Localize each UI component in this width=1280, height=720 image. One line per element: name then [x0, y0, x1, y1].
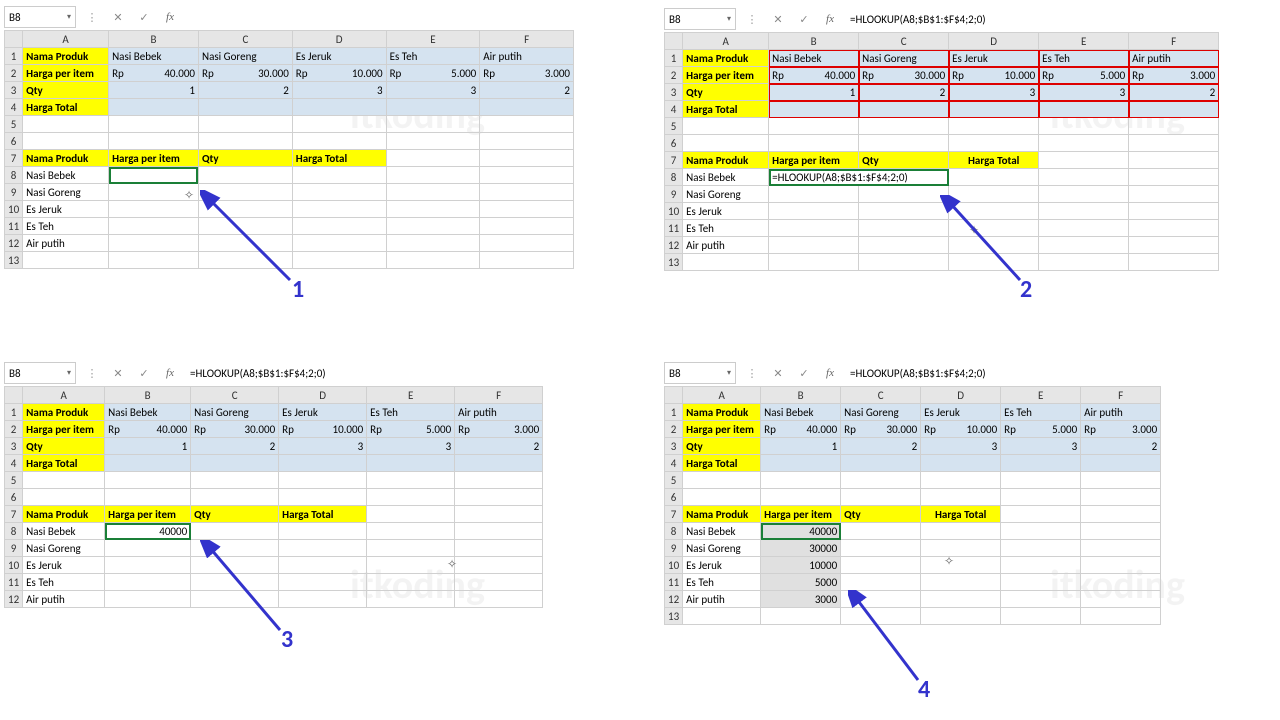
select-all-corner[interactable]: [5, 31, 23, 48]
row-header[interactable]: 3: [5, 82, 23, 99]
col-header[interactable]: C: [198, 31, 292, 48]
row-header[interactable]: 7: [5, 150, 23, 167]
name-box[interactable]: B8: [4, 362, 76, 384]
cell[interactable]: 2: [198, 82, 292, 99]
cell[interactable]: Es Jeruk: [23, 201, 109, 218]
fx-icon[interactable]: fx: [160, 367, 180, 379]
active-cell[interactable]: 40000: [105, 523, 191, 540]
cell[interactable]: Harga Total: [292, 150, 386, 167]
row-header[interactable]: 2: [5, 65, 23, 82]
step-number-1: 1: [292, 275, 304, 304]
spreadsheet[interactable]: ABCDEF 1 Nama Produk Nasi BebekNasi Gore…: [664, 32, 1219, 271]
cell[interactable]: Rp30.000: [198, 65, 292, 82]
cell[interactable]: Rp3.000: [480, 65, 574, 82]
cursor-icon: ✧: [944, 554, 954, 569]
cancel-icon[interactable]: ✕: [108, 11, 128, 24]
cancel-icon[interactable]: ✕: [108, 367, 128, 380]
fx-icon[interactable]: fx: [820, 367, 840, 379]
row-header[interactable]: 8: [5, 167, 23, 184]
cell[interactable]: Nasi Bebek: [23, 167, 109, 184]
cancel-icon[interactable]: ✕: [768, 367, 788, 380]
spreadsheet[interactable]: ABCDEF 1Nama ProdukNasi BebekNasi Goreng…: [664, 386, 1161, 625]
cell[interactable]: Qty: [23, 82, 109, 99]
cell[interactable]: Nasi Bebek: [109, 48, 199, 65]
col-header[interactable]: A: [23, 31, 109, 48]
step-number-2: 2: [1020, 275, 1032, 304]
cell[interactable]: Es Teh: [23, 218, 109, 235]
cell[interactable]: Rp40.000: [109, 65, 199, 82]
cell[interactable]: Nasi Goreng: [198, 48, 292, 65]
separator-icon: ⋮: [742, 13, 762, 26]
cell[interactable]: Harga Total: [23, 99, 109, 116]
panel-2: B8 ⋮ ✕ ✓ fx =HLOOKUP(A8;$B$1:$F$4;2;0) A…: [664, 8, 1264, 271]
fx-icon[interactable]: fx: [820, 13, 840, 25]
row-header[interactable]: 10: [5, 201, 23, 218]
panel-3: B8 ⋮ ✕ ✓ fx =HLOOKUP(A8;$B$1:$F$4;2;0) A…: [4, 362, 559, 608]
col-header[interactable]: B: [109, 31, 199, 48]
col-header[interactable]: D: [292, 31, 386, 48]
row-header[interactable]: 13: [5, 252, 23, 269]
spreadsheet[interactable]: A B C D E F 1 Nama Produk Nasi Bebek Nas…: [4, 30, 574, 269]
formula-input[interactable]: =HLOOKUP(A8;$B$1:$F$4;2;0): [846, 367, 1219, 380]
cell[interactable]: Qty: [198, 150, 292, 167]
row-header[interactable]: 12: [5, 235, 23, 252]
separator-icon: ⋮: [82, 11, 102, 24]
panel-4: B8 ⋮ ✕ ✓ fx =HLOOKUP(A8;$B$1:$F$4;2;0) A…: [664, 362, 1219, 625]
cell[interactable]: 3: [292, 82, 386, 99]
cell[interactable]: Air putih: [480, 48, 574, 65]
accept-icon[interactable]: ✓: [134, 11, 154, 24]
col-header[interactable]: F: [480, 31, 574, 48]
cell[interactable]: 3: [386, 82, 480, 99]
formula-input[interactable]: =HLOOKUP(A8;$B$1:$F$4;2;0): [846, 13, 1264, 26]
cursor-icon: ✧: [447, 557, 457, 572]
accept-icon[interactable]: ✓: [794, 367, 814, 380]
step-number-3: 3: [281, 625, 293, 654]
cursor-icon: ✧: [969, 223, 979, 238]
cell[interactable]: Es Jeruk: [292, 48, 386, 65]
cell[interactable]: Nama Produk: [23, 150, 109, 167]
col-header[interactable]: E: [386, 31, 480, 48]
row-header[interactable]: 5: [5, 116, 23, 133]
fx-icon[interactable]: fx: [160, 11, 180, 23]
row-header[interactable]: 11: [5, 218, 23, 235]
separator-icon: ⋮: [82, 367, 102, 380]
cell[interactable]: Rp10.000: [292, 65, 386, 82]
name-box[interactable]: B8: [664, 362, 736, 384]
separator-icon: ⋮: [742, 367, 762, 380]
row-header[interactable]: 4: [5, 99, 23, 116]
cell[interactable]: [109, 99, 199, 116]
active-cell-formula[interactable]: =HLOOKUP(A8;$B$1:$F$4;2;0): [769, 169, 949, 186]
spreadsheet[interactable]: ABCDEF 1Nama ProdukNasi BebekNasi Goreng…: [4, 386, 543, 608]
cancel-icon[interactable]: ✕: [768, 13, 788, 26]
cell[interactable]: 2: [480, 82, 574, 99]
row-header[interactable]: 9: [5, 184, 23, 201]
name-box[interactable]: B8: [4, 6, 76, 28]
active-cell[interactable]: [109, 167, 199, 184]
cell[interactable]: Harga per item: [23, 65, 109, 82]
panel-1: B8 ⋮ ✕ ✓ fx A B C D E F 1 Nama Produk Na…: [4, 6, 574, 269]
accept-icon[interactable]: ✓: [794, 13, 814, 26]
row-header[interactable]: 1: [5, 48, 23, 65]
cell[interactable]: Es Teh: [386, 48, 480, 65]
formula-input[interactable]: =HLOOKUP(A8;$B$1:$F$4;2;0): [186, 367, 559, 380]
cell[interactable]: 1: [109, 82, 199, 99]
cell[interactable]: Air putih: [23, 235, 109, 252]
cell[interactable]: Rp5.000: [386, 65, 480, 82]
cell[interactable]: Nasi Goreng: [23, 184, 109, 201]
name-box[interactable]: B8: [664, 8, 736, 30]
step-number-4: 4: [918, 675, 930, 704]
cell[interactable]: Harga per item: [109, 150, 199, 167]
row-header[interactable]: 6: [5, 133, 23, 150]
accept-icon[interactable]: ✓: [134, 367, 154, 380]
cell[interactable]: Nama Produk: [23, 48, 109, 65]
cursor-icon: ✧: [184, 188, 194, 203]
